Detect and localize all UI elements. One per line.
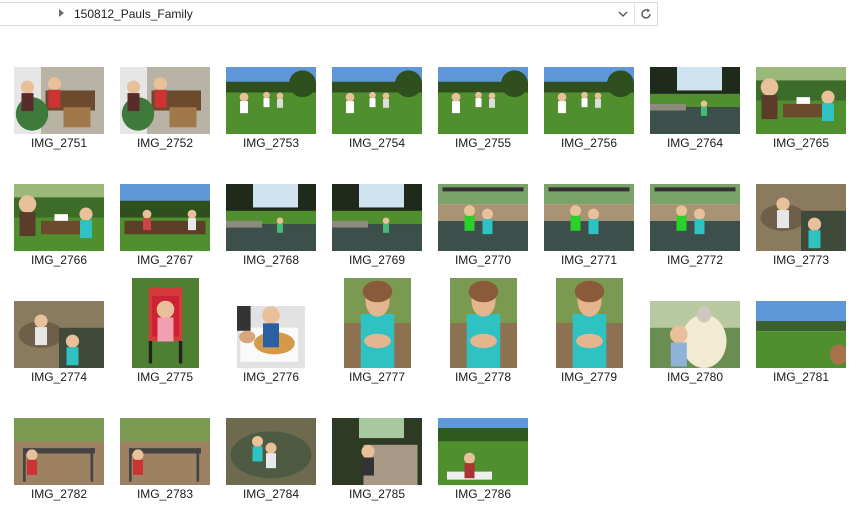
photo-thumbnail[interactable]: [120, 184, 210, 251]
file-name: IMG_2771: [560, 253, 618, 267]
file-name: IMG_2766: [30, 253, 88, 267]
photo-thumbnail[interactable]: [650, 67, 740, 134]
file-name: IMG_2752: [136, 136, 194, 150]
refresh-icon[interactable]: [637, 5, 655, 23]
photo-thumbnail[interactable]: [120, 67, 210, 134]
photo-thumbnail[interactable]: [14, 67, 104, 134]
photo-thumbnail[interactable]: [438, 184, 528, 251]
chevron-down-icon[interactable]: [614, 6, 632, 22]
file-name: IMG_2773: [772, 253, 830, 267]
file-name: IMG_2775: [136, 370, 194, 384]
file-name: IMG_2776: [242, 370, 300, 384]
photo-thumbnail[interactable]: [438, 418, 528, 485]
photo-thumbnail[interactable]: [438, 67, 528, 134]
photo-thumbnail[interactable]: [332, 67, 422, 134]
photo-thumbnail[interactable]: [120, 418, 210, 485]
file-name: IMG_2768: [242, 253, 300, 267]
file-name: IMG_2769: [348, 253, 406, 267]
photo-thumbnail[interactable]: [756, 301, 846, 368]
file-name: IMG_2779: [560, 370, 618, 384]
photo-thumbnail[interactable]: [226, 418, 316, 485]
photo-thumbnail[interactable]: [332, 418, 422, 485]
file-name: IMG_2786: [454, 487, 512, 501]
file-name: IMG_2785: [348, 487, 406, 501]
photo-thumbnail[interactable]: [756, 67, 846, 134]
photo-thumbnail[interactable]: [14, 184, 104, 251]
photo-thumbnail[interactable]: [132, 278, 199, 368]
file-name: IMG_2767: [136, 253, 194, 267]
photo-thumbnail[interactable]: [14, 418, 104, 485]
address-divider: [634, 3, 635, 25]
photo-thumbnail[interactable]: [332, 184, 422, 251]
file-name: IMG_2782: [30, 487, 88, 501]
file-name: IMG_2774: [30, 370, 88, 384]
photo-thumbnail[interactable]: [226, 67, 316, 134]
file-name: IMG_2777: [348, 370, 406, 384]
address-path[interactable]: 150812_Pauls_Family: [74, 7, 193, 21]
file-name: IMG_2778: [454, 370, 512, 384]
file-name: IMG_2772: [666, 253, 724, 267]
file-name: IMG_2751: [30, 136, 88, 150]
photo-thumbnail[interactable]: [14, 301, 104, 368]
file-name: IMG_2753: [242, 136, 300, 150]
photo-thumbnail[interactable]: [544, 67, 634, 134]
file-name: IMG_2755: [454, 136, 512, 150]
file-name: IMG_2781: [772, 370, 830, 384]
file-name: IMG_2784: [242, 487, 300, 501]
file-name: IMG_2783: [136, 487, 194, 501]
file-name: IMG_2770: [454, 253, 512, 267]
file-name: IMG_2754: [348, 136, 406, 150]
file-name: IMG_2764: [666, 136, 724, 150]
photo-thumbnail[interactable]: [237, 306, 305, 368]
photo-thumbnail[interactable]: [344, 278, 411, 368]
photo-thumbnail[interactable]: [650, 301, 740, 368]
photo-thumbnail[interactable]: [756, 184, 846, 251]
breadcrumb-chevron-icon[interactable]: [59, 9, 64, 17]
photo-thumbnail[interactable]: [450, 278, 517, 368]
photo-thumbnail[interactable]: [556, 278, 623, 368]
photo-thumbnail[interactable]: [650, 184, 740, 251]
file-name: IMG_2765: [772, 136, 830, 150]
file-name: IMG_2756: [560, 136, 618, 150]
photo-thumbnail[interactable]: [544, 184, 634, 251]
photo-thumbnail[interactable]: [226, 184, 316, 251]
file-name: IMG_2780: [666, 370, 724, 384]
address-bar[interactable]: 150812_Pauls_Family: [0, 2, 658, 26]
